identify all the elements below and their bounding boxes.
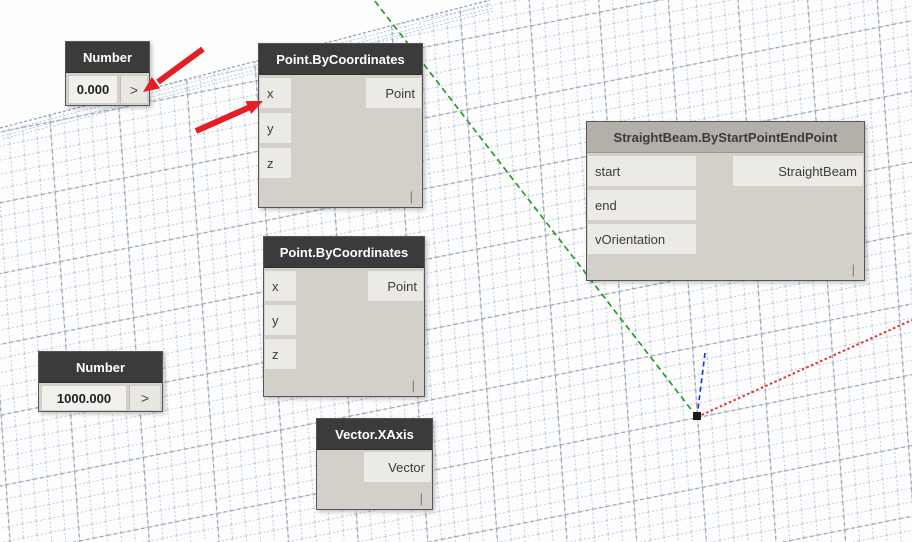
output-port-vector[interactable]: Vector	[364, 452, 431, 482]
node-header[interactable]: Point.ByCoordinates	[259, 44, 422, 75]
input-port-vorientation[interactable]: vOrientation	[588, 224, 696, 254]
input-port-end[interactable]: end	[588, 190, 696, 220]
node-title: Point.ByCoordinates	[279, 244, 409, 260]
output-port-point[interactable]: Point	[368, 271, 423, 301]
node-header[interactable]: Number	[66, 42, 149, 73]
input-port-y[interactable]: y	[260, 113, 291, 143]
node-number-2[interactable]: Number 1000.000 >	[38, 351, 163, 412]
node-vector-xaxis[interactable]: Vector.XAxis Vector |	[316, 418, 433, 510]
node-title: StraightBeam.ByStartPointEndPoint	[613, 129, 838, 145]
origin-point-marker	[693, 412, 701, 420]
lacing-indicator: |	[419, 491, 423, 506]
node-point-bycoordinates-1[interactable]: Point.ByCoordinates x y z Point |	[258, 43, 423, 208]
node-number-1[interactable]: Number 0.000 >	[65, 41, 150, 106]
node-header[interactable]: StraightBeam.ByStartPointEndPoint	[587, 122, 864, 153]
number-value-input[interactable]: 0.000	[68, 75, 118, 104]
node-straightbeam-bystartpointendpoint[interactable]: StraightBeam.ByStartPointEndPoint start …	[586, 121, 865, 281]
lacing-indicator: |	[851, 262, 855, 277]
input-port-x[interactable]: x	[260, 78, 291, 108]
output-port-straightbeam[interactable]: StraightBeam	[733, 156, 863, 186]
input-port-x[interactable]: x	[265, 271, 296, 301]
output-port-chevron[interactable]: >	[129, 385, 161, 411]
node-title: Number	[82, 49, 133, 65]
number-value-input[interactable]: 1000.000	[41, 385, 127, 411]
node-header[interactable]: Point.ByCoordinates	[264, 237, 424, 268]
input-port-y[interactable]: y	[265, 305, 296, 335]
node-header[interactable]: Vector.XAxis	[317, 419, 432, 450]
output-port-chevron[interactable]: >	[120, 75, 148, 104]
input-port-z[interactable]: z	[260, 148, 291, 178]
lacing-indicator: |	[411, 378, 415, 393]
output-port-point[interactable]: Point	[366, 78, 421, 108]
node-title: Vector.XAxis	[335, 426, 414, 442]
input-port-start[interactable]: start	[588, 156, 696, 186]
node-title: Point.ByCoordinates	[276, 51, 405, 67]
dynamo-canvas[interactable]: Number 0.000 > Point.ByCoordinates x y z…	[0, 0, 912, 542]
lacing-indicator: |	[409, 189, 413, 204]
input-port-z[interactable]: z	[265, 339, 296, 369]
node-title: Number	[75, 359, 126, 375]
node-header[interactable]: Number	[39, 352, 162, 383]
node-point-bycoordinates-2[interactable]: Point.ByCoordinates x y z Point |	[263, 236, 425, 397]
